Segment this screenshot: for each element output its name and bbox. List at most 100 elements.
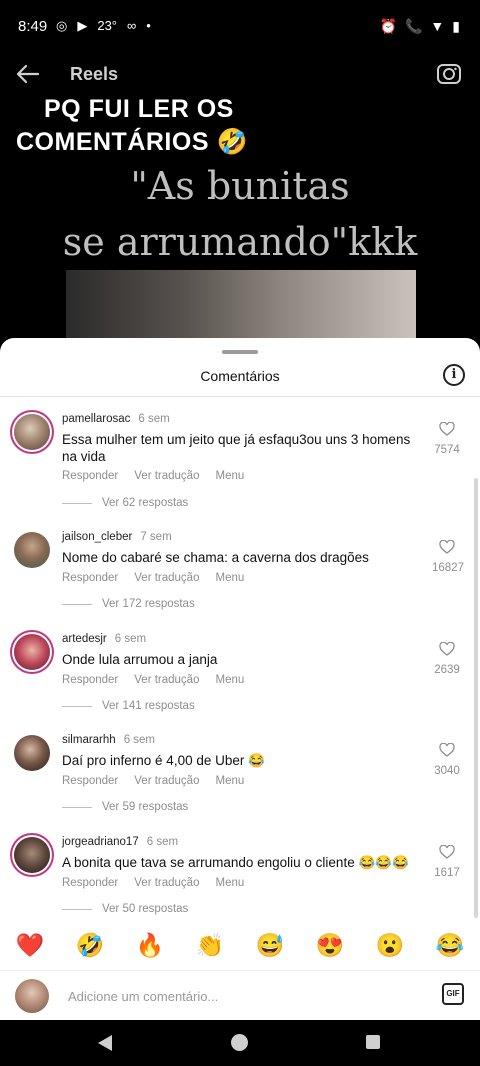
menu-button[interactable]: Menu xyxy=(215,470,244,482)
gif-button[interactable]: GIF xyxy=(442,983,464,1005)
comment-item: jorgeadriano17 6 sem A bonita que tava se… xyxy=(0,833,480,934)
comment-text: Onde lula arrumou a janja xyxy=(62,652,218,667)
reel-quote-overlay: "As bunitas se arrumando"kkk xyxy=(0,158,480,270)
surprised-emoji-icon[interactable]: 😮 xyxy=(375,932,405,959)
youtube-icon: ▶ xyxy=(77,18,88,33)
comment-item: artedesjr 6 sem Onde lula arrumou a janja… xyxy=(0,630,480,731)
like-button[interactable]: 3040 xyxy=(432,742,462,777)
comment-username[interactable]: pamellarosac xyxy=(62,413,130,425)
comment-time: 7 sem xyxy=(140,531,172,543)
reply-button[interactable]: Responder xyxy=(62,877,118,889)
like-button[interactable]: 1617 xyxy=(432,844,462,879)
wifi-icon: ▼ xyxy=(430,18,445,34)
view-replies-label: Ver 62 respostas xyxy=(102,497,189,509)
like-count: 7574 xyxy=(434,444,460,456)
nav-back-icon[interactable] xyxy=(98,1035,112,1051)
comment-text: Nome do cabaré se chama: a caverna dos d… xyxy=(62,550,369,565)
reels-header: Reels xyxy=(0,60,480,90)
comment-input[interactable]: Adicione um comentário... xyxy=(68,989,218,1004)
like-count: 3040 xyxy=(434,765,460,777)
comment-username[interactable]: jailson_cleber xyxy=(62,531,132,543)
heart-icon[interactable] xyxy=(439,539,455,554)
menu-button[interactable]: Menu xyxy=(215,572,244,584)
view-replies-button[interactable]: Ver 59 respostas xyxy=(62,801,188,813)
status-time: 8:49 xyxy=(18,18,48,35)
like-count: 16827 xyxy=(432,562,464,574)
avatar[interactable] xyxy=(14,837,50,873)
translate-button[interactable]: Ver tradução xyxy=(134,775,199,787)
view-replies-label: Ver 172 respostas xyxy=(102,598,195,610)
view-replies-label: Ver 141 respostas xyxy=(102,700,195,712)
quote-line-2: se arrumando"kkk xyxy=(62,220,418,264)
clap-emoji-icon[interactable]: 👏 xyxy=(195,932,225,959)
heart-icon[interactable] xyxy=(439,844,455,859)
menu-button[interactable]: Menu xyxy=(215,674,244,686)
comment-username[interactable]: jorgeadriano17 xyxy=(62,836,139,848)
voicemail-icon: ∞ xyxy=(127,18,137,33)
like-count: 2639 xyxy=(434,664,460,676)
view-replies-button[interactable]: Ver 62 respostas xyxy=(62,497,188,509)
view-replies-button[interactable]: Ver 50 respostas xyxy=(62,903,188,915)
call-icon: 📞 xyxy=(404,18,423,34)
comment-time: 6 sem xyxy=(138,413,170,425)
translate-button[interactable]: Ver tradução xyxy=(134,572,199,584)
whatsapp-icon: ◎ xyxy=(56,18,68,33)
back-arrow-icon[interactable] xyxy=(14,60,42,88)
sheet-title: Comentários xyxy=(200,368,280,384)
reply-button[interactable]: Responder xyxy=(62,572,118,584)
avatar[interactable] xyxy=(14,735,50,771)
red-heart-emoji-icon[interactable]: ❤️ xyxy=(15,932,45,959)
avatar[interactable] xyxy=(14,414,50,450)
emoji-reaction-bar: ❤️ 🤣 🔥 👏 😅 😍 😮 😂 xyxy=(0,928,480,968)
nav-recents-icon[interactable] xyxy=(366,1035,380,1049)
rofl-emoji-icon[interactable]: 🤣 xyxy=(75,932,105,959)
nav-home-icon[interactable] xyxy=(231,1034,248,1051)
quote-line-1: "As bunitas xyxy=(130,164,350,208)
dot-icon: • xyxy=(146,18,151,33)
menu-button[interactable]: Menu xyxy=(215,877,244,889)
status-right-icons: ⏰ 📞 ▼ ▮ xyxy=(380,18,460,35)
heart-icon[interactable] xyxy=(439,742,455,757)
status-left-icons: ◎ ▶ 23° ∞ • xyxy=(56,18,151,34)
comment-time: 6 sem xyxy=(146,836,179,848)
heart-eyes-emoji-icon[interactable]: 😍 xyxy=(315,932,345,959)
status-bar: 8:49 ◎ ▶ 23° ∞ • ⏰ 📞 ▼ ▮ xyxy=(0,0,480,56)
view-replies-button[interactable]: Ver 172 respostas xyxy=(62,598,195,610)
comment-text: Daí pro inferno é 4,00 de Uber 😂 xyxy=(62,753,265,768)
fire-emoji-icon[interactable]: 🔥 xyxy=(135,932,165,959)
reply-button[interactable]: Responder xyxy=(62,775,118,787)
comments-sheet: Comentários i pamellarosac 6 sem Essa mul… xyxy=(0,338,480,1020)
translate-button[interactable]: Ver tradução xyxy=(134,674,199,686)
comment-composer: Adicione um comentário... GIF xyxy=(0,970,480,1020)
comment-text: A bonita que tava se arrumando engoliu o… xyxy=(62,855,409,870)
joy-emoji-icon[interactable]: 😂 xyxy=(435,932,465,959)
comment-username[interactable]: artedesjr xyxy=(62,633,107,645)
info-icon[interactable]: i xyxy=(443,364,465,386)
menu-button[interactable]: Menu xyxy=(215,775,244,787)
like-button[interactable]: 16827 xyxy=(432,539,464,574)
like-button[interactable]: 7574 xyxy=(432,421,462,456)
avatar xyxy=(15,979,49,1013)
camera-icon[interactable] xyxy=(436,60,462,86)
sweat-smile-emoji-icon[interactable]: 😅 xyxy=(255,932,285,959)
avatar[interactable] xyxy=(14,634,50,670)
system-nav-bar xyxy=(0,1020,480,1066)
translate-button[interactable]: Ver tradução xyxy=(134,877,199,889)
comment-text: Essa mulher tem um jeito que já esfaqu3o… xyxy=(62,432,411,464)
avatar[interactable] xyxy=(14,532,50,568)
comment-username[interactable]: silmararhh xyxy=(62,734,116,746)
heart-icon[interactable] xyxy=(439,421,455,436)
like-count: 1617 xyxy=(434,867,460,879)
battery-icon: ▮ xyxy=(452,18,460,34)
reply-button[interactable]: Responder xyxy=(62,470,118,482)
heart-icon[interactable] xyxy=(439,641,455,656)
translate-button[interactable]: Ver tradução xyxy=(134,470,199,482)
reel-caption-overlay: PQ FUI LER OS COMENTÁRIOS 🤣 xyxy=(16,93,248,159)
reply-button[interactable]: Responder xyxy=(62,674,118,686)
like-button[interactable]: 2639 xyxy=(432,641,462,676)
overlay-line-1: PQ FUI LER OS xyxy=(44,95,234,123)
overlay-line-2: COMENTÁRIOS 🤣 xyxy=(16,128,249,156)
weather-text: 23° xyxy=(97,18,118,33)
drag-handle[interactable] xyxy=(222,350,258,354)
view-replies-button[interactable]: Ver 141 respostas xyxy=(62,700,195,712)
